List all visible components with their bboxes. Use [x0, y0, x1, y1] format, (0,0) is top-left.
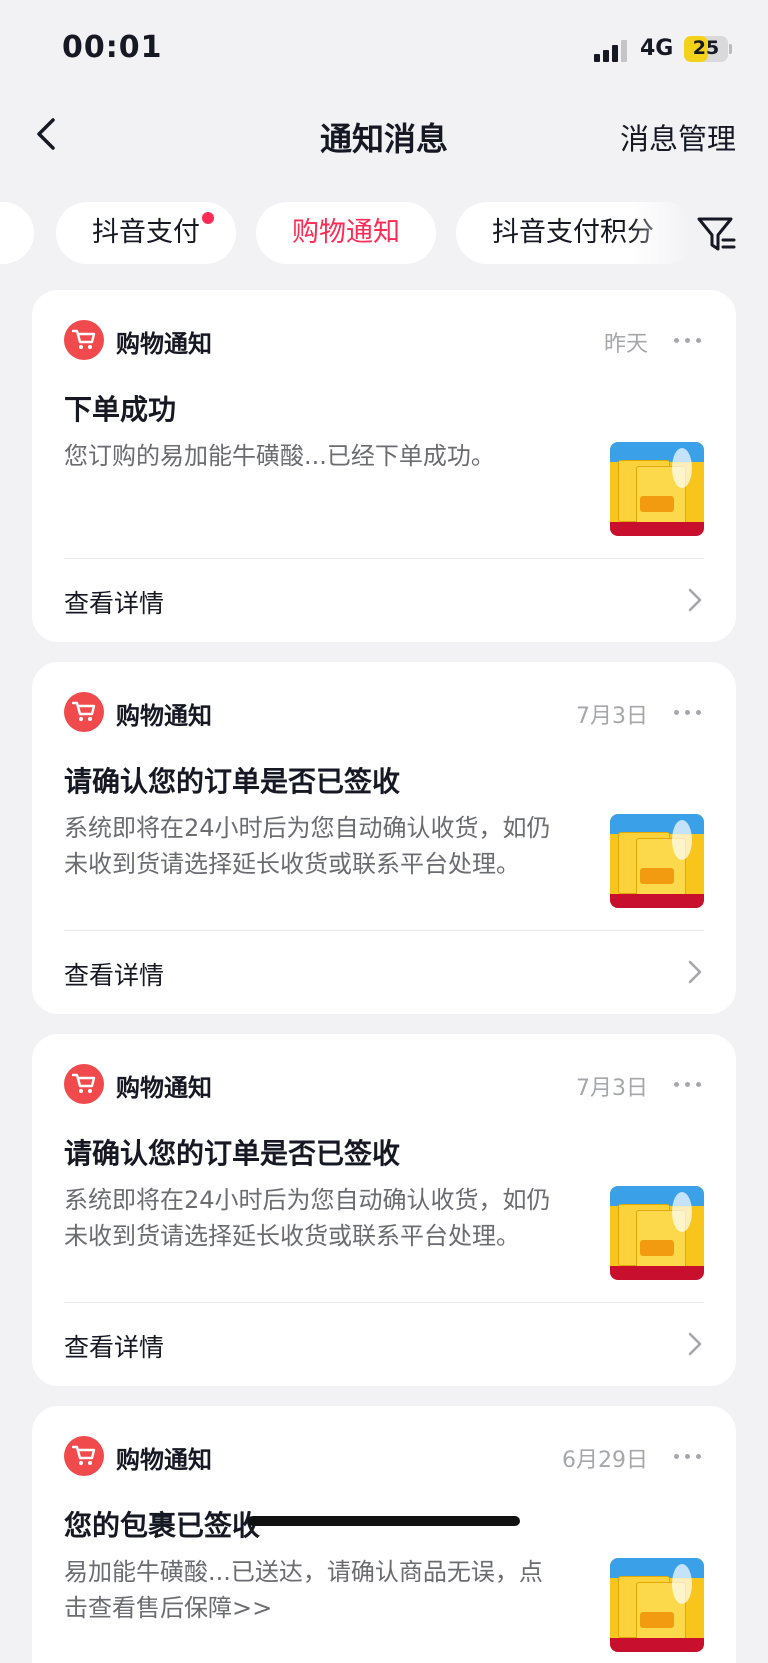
card-source: 购物通知: [116, 1446, 212, 1474]
card-title: 您的包裹已签收: [64, 1509, 261, 1542]
card-source: 购物通知: [116, 1074, 212, 1102]
notification-card[interactable]: 购物通知 昨天 下单成功 您订购的易加能牛磺酸...已经下单成功。 查看详情: [32, 290, 736, 642]
filter-button[interactable]: [694, 212, 738, 256]
card-body: 易加能牛磺酸...已送达，请确认商品无误，点击查看售后保障>>: [64, 1558, 543, 1622]
notification-card[interactable]: 购物通知 7月3日 请确认您的订单是否已签收 系统即将在24小时后为您自动确认收…: [32, 662, 736, 1014]
tab-partial[interactable]: [0, 202, 34, 264]
tab-label: 抖音支付: [92, 217, 200, 248]
card-source: 购物通知: [116, 330, 212, 358]
chevron-right-icon: [688, 960, 702, 984]
card-time: 昨天: [603, 332, 648, 357]
category-tabs: 抖音支付 购物通知 抖音支付积分: [0, 202, 690, 264]
product-thumbnail[interactable]: [610, 1558, 704, 1652]
tab-label: 购物通知: [292, 217, 400, 248]
more-icon[interactable]: [674, 328, 704, 352]
status-bar: 00:01 4G 25: [0, 0, 768, 96]
unread-dot: [202, 212, 214, 224]
view-details-link[interactable]: 查看详情: [64, 584, 164, 620]
cart-icon: [64, 692, 104, 732]
card-title: 请确认您的订单是否已签收: [64, 1137, 401, 1170]
battery-cap: [729, 44, 732, 54]
message-manage-button[interactable]: 消息管理: [620, 116, 736, 158]
card-body: 您订购的易加能牛磺酸...已经下单成功。: [64, 442, 495, 470]
card-title: 下单成功: [64, 393, 177, 426]
card-body: 系统即将在24小时后为您自动确认收货，如仍未收到货请选择延长收货或联系平台处理。: [64, 1186, 551, 1250]
cart-icon: [64, 1436, 104, 1476]
more-icon[interactable]: [674, 1072, 704, 1096]
more-icon[interactable]: [674, 700, 704, 724]
more-icon[interactable]: [674, 1444, 704, 1468]
product-thumbnail[interactable]: [610, 1186, 704, 1280]
card-source: 购物通知: [116, 702, 212, 730]
card-body: 系统即将在24小时后为您自动确认收货，如仍未收到货请选择延长收货或联系平台处理。: [64, 814, 551, 878]
divider: [64, 930, 704, 931]
product-thumbnail[interactable]: [610, 814, 704, 908]
product-thumbnail[interactable]: [610, 442, 704, 536]
network-label: 4G: [640, 36, 674, 61]
chevron-right-icon: [688, 1332, 702, 1356]
cart-icon: [64, 1064, 104, 1104]
view-details-link[interactable]: 查看详情: [64, 1328, 164, 1364]
home-indicator: [248, 1516, 520, 1526]
notification-card[interactable]: 购物通知 7月3日 请确认您的订单是否已签收 系统即将在24小时后为您自动确认收…: [32, 1034, 736, 1386]
signal-icon: [594, 40, 628, 62]
status-time: 00:01: [62, 30, 163, 65]
notification-card[interactable]: 购物通知 6月29日 您的包裹已签收 易加能牛磺酸...已送达，请确认商品无误，…: [32, 1406, 736, 1663]
battery-icon: 25: [684, 36, 728, 62]
divider: [64, 558, 704, 559]
filter-icon: [697, 217, 736, 251]
card-time: 7月3日: [576, 1076, 648, 1101]
card-header: 购物通知 6月29日: [64, 1436, 704, 1476]
card-header: 购物通知 7月3日: [64, 1064, 704, 1104]
tab-shopping-notice[interactable]: 购物通知: [256, 202, 436, 264]
nav-bar: 通知消息 消息管理: [0, 96, 768, 176]
card-title: 请确认您的订单是否已签收: [64, 765, 401, 798]
cart-icon: [64, 320, 104, 360]
view-details-link[interactable]: 查看详情: [64, 956, 164, 992]
tabs-fade: [630, 202, 690, 264]
card-header: 购物通知 7月3日: [64, 692, 704, 732]
divider: [64, 1302, 704, 1303]
card-time: 7月3日: [576, 704, 648, 729]
chevron-right-icon: [688, 588, 702, 612]
card-header: 购物通知 昨天: [64, 320, 704, 360]
card-time: 6月29日: [562, 1448, 648, 1473]
battery-text: 25: [692, 37, 720, 59]
